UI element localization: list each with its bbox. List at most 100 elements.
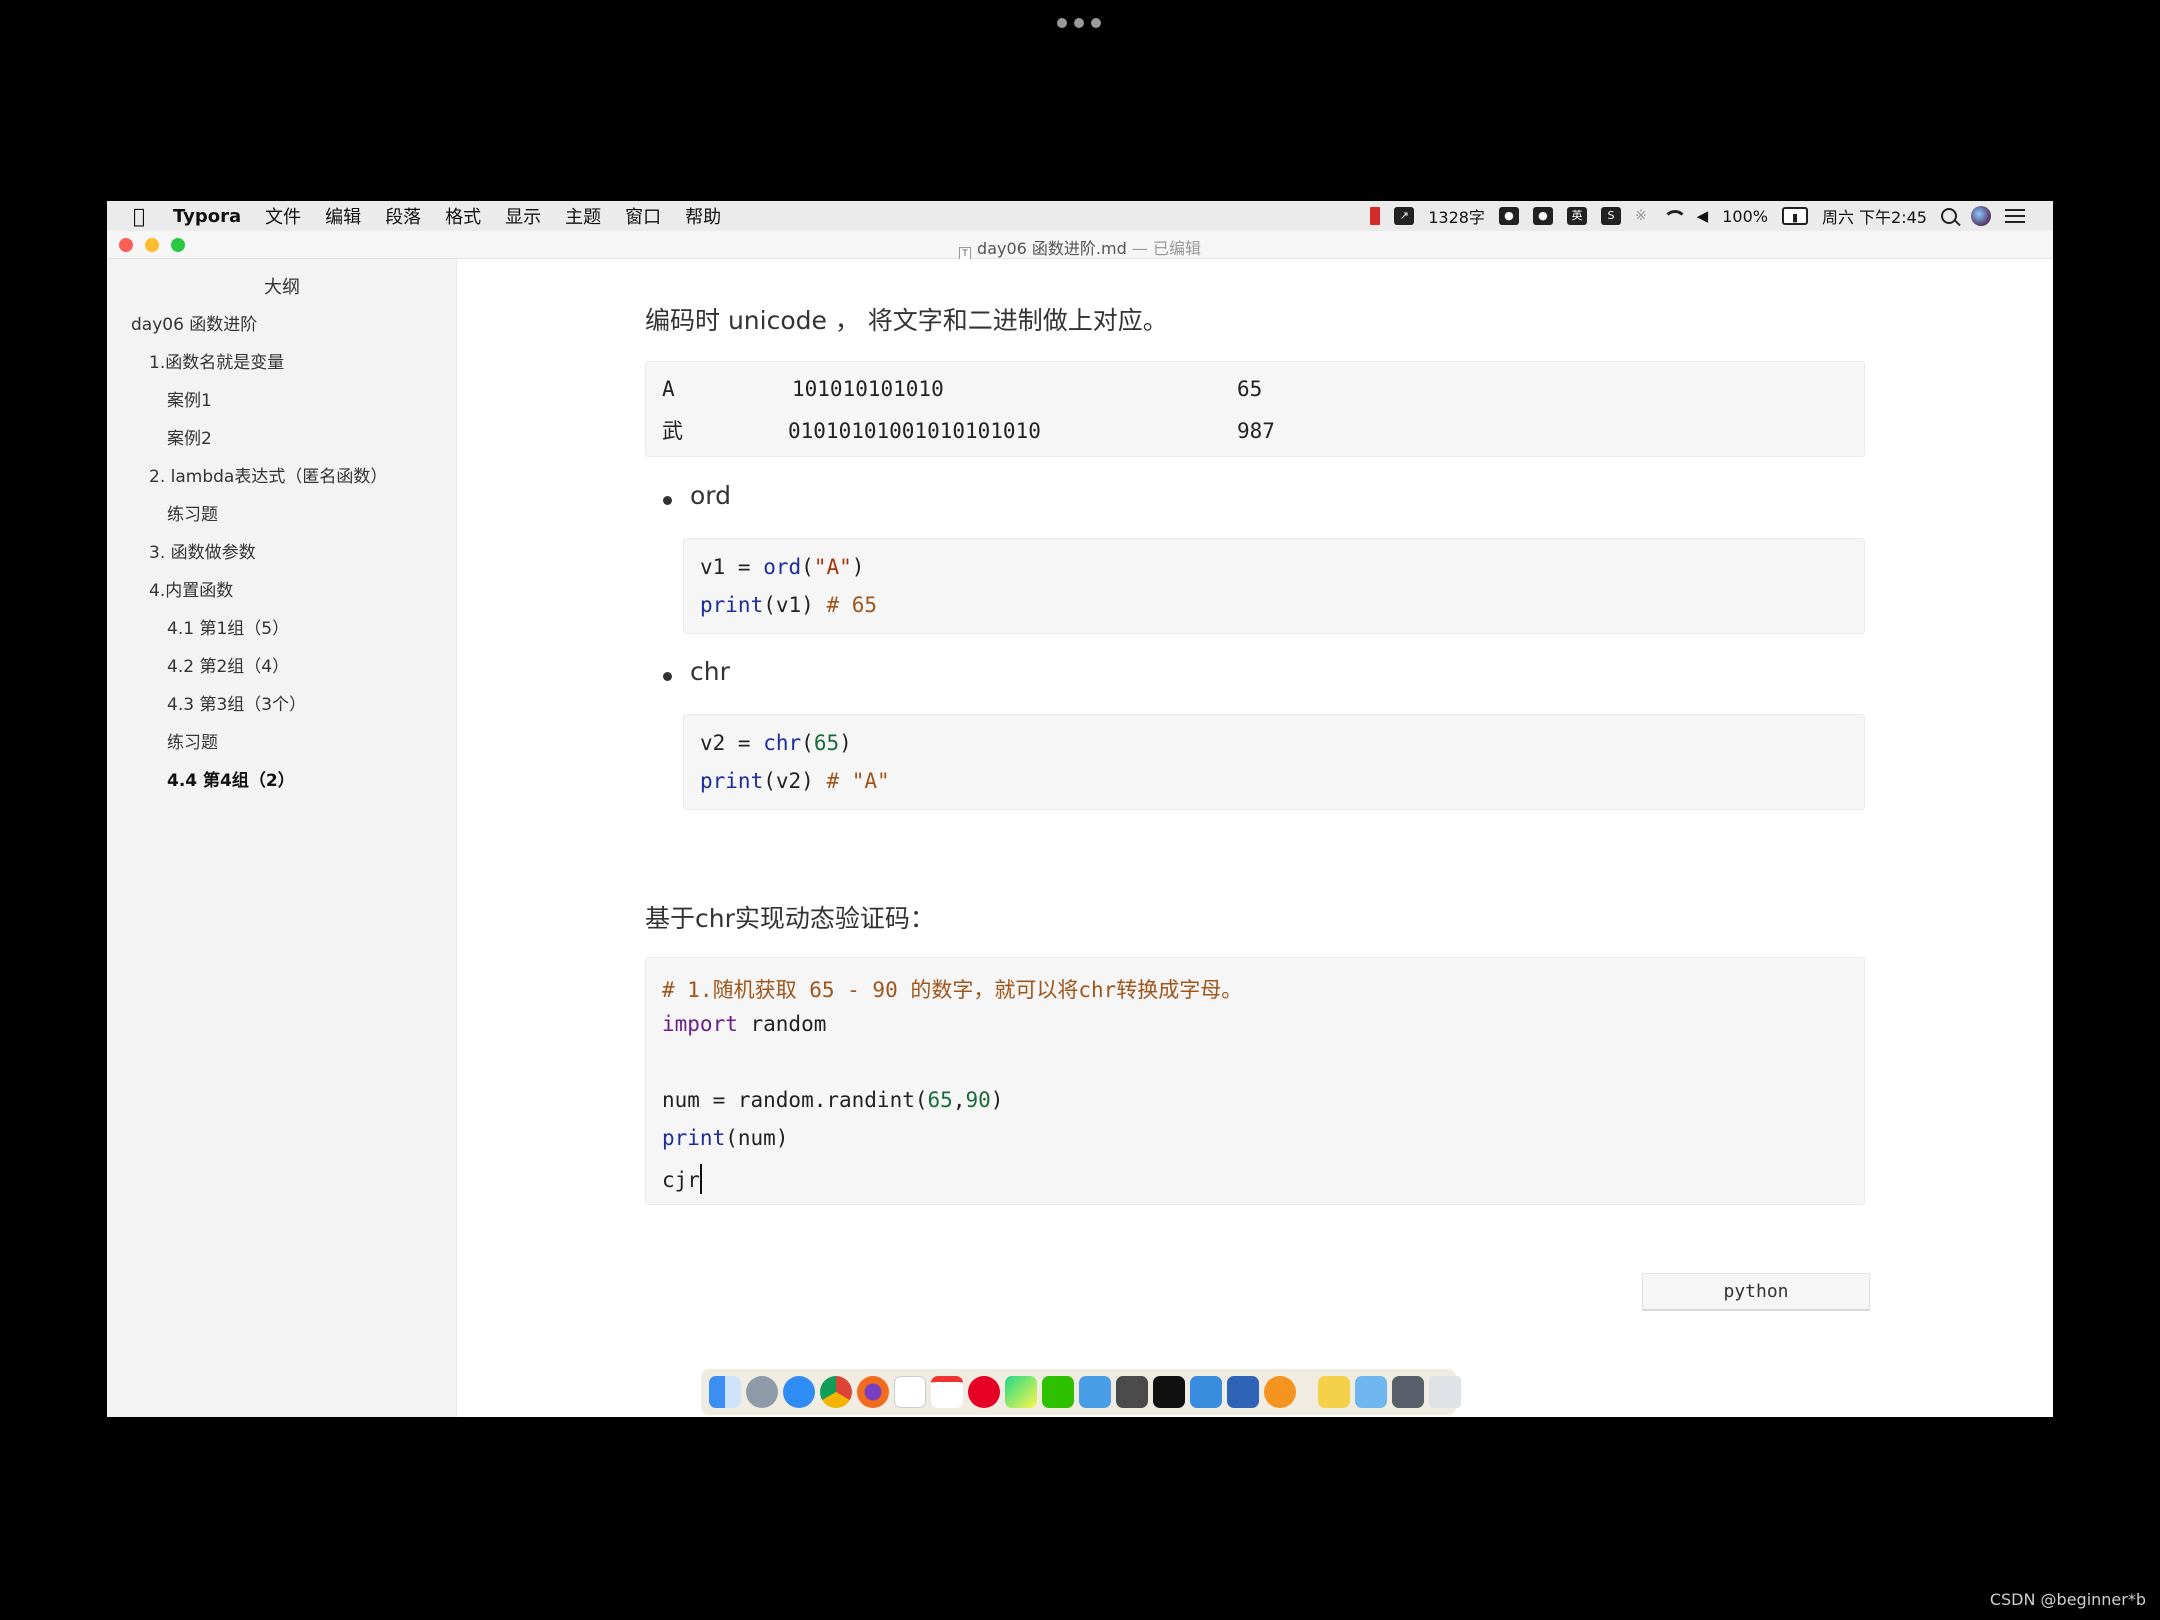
code-token: v2 = <box>700 731 764 755</box>
outline-item[interactable]: 4.1 第1组（5） <box>167 614 289 639</box>
outline-title: 大纲 <box>264 277 300 298</box>
encoding-table-block[interactable]: A 101010101010 65 武 01010101001010101010 987 <box>645 361 1865 457</box>
cursor-app-icon[interactable]: ↗ <box>1394 207 1415 225</box>
code-token: chr <box>763 731 802 755</box>
char-cell: 武 <box>662 419 683 443</box>
spotlight-search-icon[interactable] <box>1941 208 1957 224</box>
screen-tool-icon[interactable] <box>1190 1376 1222 1408</box>
code-token: 65 <box>813 731 840 755</box>
typora-icon[interactable] <box>894 1376 926 1408</box>
clock[interactable]: 周六 下午2:45 <box>1822 204 1927 228</box>
window-handle-dots[interactable] <box>1057 18 1101 32</box>
markdown-editor[interactable]: 编码时 unicode ， 将文字和二进制做上对应。 A 101010101010… <box>458 259 2053 1417</box>
menu-window[interactable]: 窗口 <box>625 203 661 229</box>
outline-item[interactable]: 练习题 <box>167 500 218 525</box>
captcha-code-block[interactable]: # 1.随机获取 65 - 90 的数字，就可以将chr转换成字母。 impor… <box>645 957 1865 1205</box>
code-line: print(v2) # "A" <box>700 769 890 793</box>
code-line: v2 = chr(65) <box>700 731 852 755</box>
input-method-icon[interactable]: 英 <box>1566 207 1587 225</box>
app-menu[interactable]: Typora <box>173 206 241 227</box>
sublime-icon[interactable] <box>1116 1376 1148 1408</box>
captcha-heading[interactable]: 基于chr实现动态验证码： <box>645 899 935 935</box>
recording-icon[interactable] <box>1370 207 1381 225</box>
terminal-icon[interactable] <box>1153 1376 1185 1408</box>
outline-item[interactable]: 1.函数名就是变量 <box>149 348 284 373</box>
dot <box>1057 18 1067 28</box>
outline-item[interactable]: 3. 函数做参数 <box>149 538 256 563</box>
chr-code-block[interactable]: v2 = chr(65) print(v2) # "A" <box>683 714 1865 810</box>
intro-paragraph[interactable]: 编码时 unicode ， 将文字和二进制做上对应。 <box>645 301 1168 337</box>
code-token: , <box>952 1088 966 1112</box>
outline-item[interactable]: 2. lambda表达式（匿名函数） <box>149 462 387 487</box>
code-token: (num) <box>725 1126 789 1150</box>
screen-recorder-icon[interactable] <box>1227 1376 1259 1408</box>
notification-center-icon[interactable] <box>2005 209 2025 223</box>
battery-percent[interactable]: 100% <box>1722 207 1768 226</box>
code-token: print <box>700 593 764 617</box>
encoding-row: 武 01010101001010101010 987 <box>662 415 1275 445</box>
outline-item-active[interactable]: 4.4 第4组（2） <box>167 766 295 791</box>
watermark: CSDN @beginner*b <box>1989 1590 2146 1609</box>
menu-view[interactable]: 显示 <box>505 203 541 229</box>
code-token: print <box>700 769 764 793</box>
code-line: num = random.randint(65,90) <box>662 1088 1003 1112</box>
app-status-icon[interactable]: ● <box>1498 207 1519 225</box>
document-stack-icon[interactable] <box>1318 1376 1350 1408</box>
window-titlebar: Tday06 函数进阶.md — 已编辑 <box>107 231 2053 262</box>
code-token: num = random.randint( <box>662 1088 928 1112</box>
wechat-icon[interactable] <box>1042 1376 1074 1408</box>
code-token: ) <box>851 555 865 579</box>
status-bar: ↗ 1328字 ● ● 英 S ※ ◀ 100% ▮ 周六 下午2:45 <box>1370 201 2025 231</box>
orange-app-icon[interactable] <box>1264 1376 1296 1408</box>
code-line: print(num) <box>662 1126 788 1150</box>
launchpad-icon[interactable] <box>746 1376 778 1408</box>
bullet-ord[interactable]: ord <box>690 481 731 510</box>
pycharm-icon[interactable] <box>1005 1376 1037 1408</box>
safari-icon[interactable] <box>783 1376 815 1408</box>
text-cursor <box>699 1164 702 1194</box>
menu-file[interactable]: 文件 <box>265 203 301 229</box>
wifi-icon[interactable] <box>1661 208 1687 224</box>
outline-item[interactable]: 练习题 <box>167 728 218 753</box>
menu-theme[interactable]: 主题 <box>565 203 601 229</box>
chrome-icon[interactable] <box>820 1376 852 1408</box>
bullet-dot <box>663 672 672 681</box>
downloads-folder-icon[interactable] <box>1355 1376 1387 1408</box>
bluetooth-icon[interactable]: ※ <box>1635 208 1647 224</box>
code-line: import random <box>662 1012 826 1036</box>
files-stack-icon[interactable] <box>1392 1376 1424 1408</box>
battery-icon[interactable]: ▮ <box>1781 207 1808 225</box>
sogou-icon[interactable]: S <box>1600 207 1621 225</box>
outline-item[interactable]: 案例1 <box>167 386 212 411</box>
menu-edit[interactable]: 编辑 <box>325 203 361 229</box>
dot <box>1091 18 1101 28</box>
netease-music-icon[interactable] <box>968 1376 1000 1408</box>
char-cell: A <box>662 377 675 401</box>
finder-icon[interactable] <box>709 1376 741 1408</box>
outline-item[interactable]: 4.2 第2组（4） <box>167 652 289 677</box>
volume-icon[interactable]: ◀ <box>1697 207 1709 225</box>
ord-code-block[interactable]: v1 = ord("A") print(v1) # 65 <box>683 538 1865 634</box>
word-count[interactable]: 1328字 <box>1428 204 1485 228</box>
microphone-icon[interactable]: ● <box>1532 207 1553 225</box>
outline-item[interactable]: day06 函数进阶 <box>131 310 257 335</box>
menu-help[interactable]: 帮助 <box>685 203 721 229</box>
apple-menu-icon[interactable]:  <box>133 205 155 227</box>
menu-format[interactable]: 格式 <box>445 203 481 229</box>
code-cell: 987 <box>1237 419 1275 443</box>
siri-icon[interactable] <box>1971 206 1991 226</box>
trash-icon[interactable] <box>1429 1376 1461 1408</box>
code-token: ) <box>990 1088 1004 1112</box>
keynote-icon[interactable] <box>1079 1376 1111 1408</box>
menu-paragraph[interactable]: 段落 <box>385 203 421 229</box>
code-token: ( <box>801 731 814 755</box>
outline-item[interactable]: 案例2 <box>167 424 212 449</box>
firefox-icon[interactable] <box>857 1376 889 1408</box>
outline-item[interactable]: 4.内置函数 <box>149 576 233 601</box>
code-language-selector[interactable]: python <box>1642 1273 1870 1311</box>
outline-item[interactable]: 4.3 第3组（3个） <box>167 690 306 715</box>
code-line: print(v1) # 65 <box>700 593 877 617</box>
bullet-chr[interactable]: chr <box>690 657 730 686</box>
calendar-icon[interactable] <box>931 1376 963 1408</box>
code-token: import <box>662 1012 738 1036</box>
